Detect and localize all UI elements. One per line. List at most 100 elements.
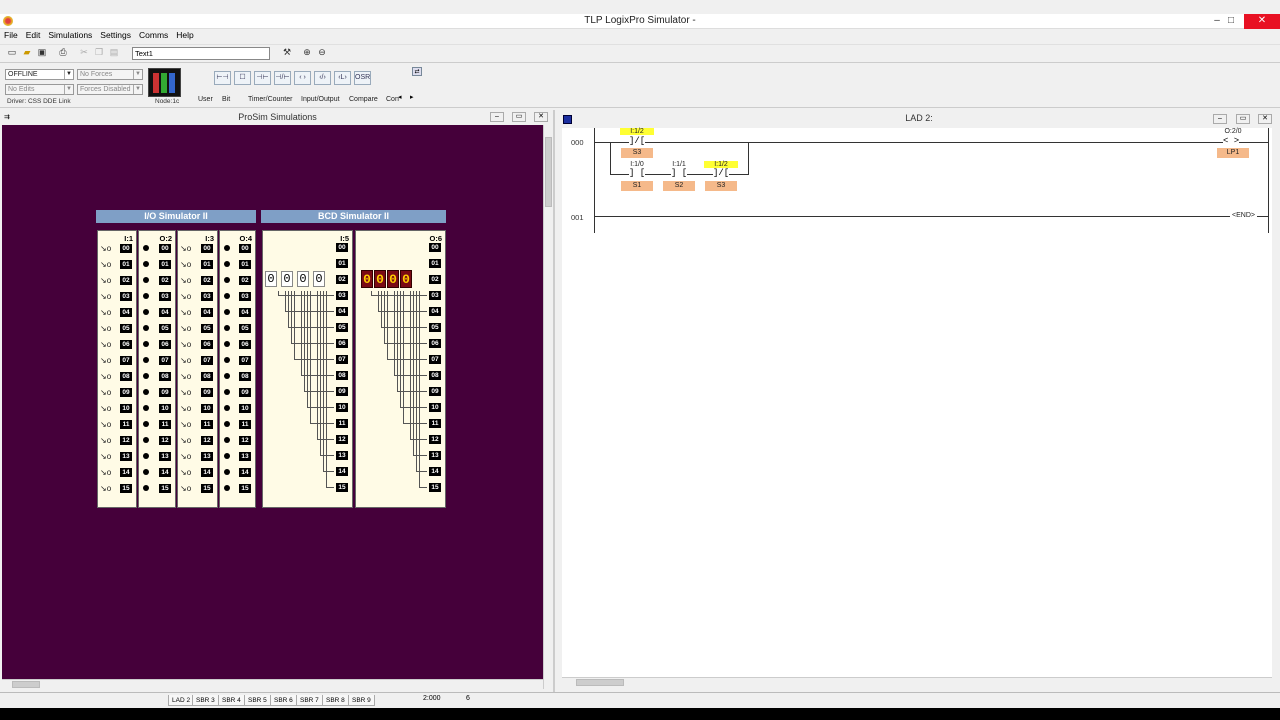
forces-enabled-select[interactable]: Forces Disabled ▼	[77, 84, 143, 95]
tab-sbr7[interactable]: SBR 7	[296, 695, 323, 706]
prosim-horizontal-scrollbar[interactable]	[2, 679, 543, 689]
cut-icon[interactable]: ✂	[77, 46, 91, 60]
tools-icon[interactable]: ⚒	[280, 46, 294, 60]
tab-sbr9[interactable]: SBR 9	[348, 695, 375, 706]
scroll-thumb[interactable]	[12, 681, 40, 688]
copy-icon[interactable]: ❐	[92, 46, 106, 60]
prosim-maximize-button[interactable]: ▭	[512, 112, 526, 122]
mode-select[interactable]: OFFLINE ▼	[5, 69, 74, 80]
save-icon[interactable]: ▣	[35, 46, 49, 60]
toggle-switch-icon[interactable]: ↘o	[100, 260, 111, 269]
toggle-switch-icon[interactable]: ↘o	[180, 484, 191, 493]
toggle-switch-icon[interactable]: ↘o	[180, 452, 191, 461]
ladder-maximize-button[interactable]: ▭	[1236, 114, 1250, 124]
tab-sbr4[interactable]: SBR 4	[218, 695, 245, 706]
toggle-switch-icon[interactable]: ↘o	[100, 276, 111, 285]
scroll-thumb[interactable]	[576, 679, 624, 686]
palette-instruction-button[interactable]: ‹/›	[314, 71, 331, 85]
toggle-switch-icon[interactable]: ↘o	[100, 340, 111, 349]
toggle-switch-icon[interactable]: ↘o	[180, 260, 191, 269]
tab-scroll-right-icon[interactable]: ▸	[410, 93, 414, 101]
toggle-switch-icon[interactable]: ↘o	[100, 292, 111, 301]
new-file-icon[interactable]: ▭	[5, 46, 19, 60]
toggle-switch-icon[interactable]: ↘o	[100, 468, 111, 477]
toggle-switch-icon[interactable]: ↘o	[180, 404, 191, 413]
tab-user[interactable]: User	[198, 96, 213, 103]
toggle-switch-icon[interactable]: ↘o	[100, 372, 111, 381]
toggle-switch-icon[interactable]: ↘o	[180, 372, 191, 381]
prosim-close-button[interactable]: ✕	[534, 112, 548, 122]
toggle-switch-icon[interactable]: ↘o	[180, 468, 191, 477]
palette-instruction-button[interactable]: ⊣/⊢	[274, 71, 291, 85]
zoom-in-icon[interactable]: ⊕	[300, 46, 314, 60]
bcd-thumbwheel-digit[interactable]: 0	[313, 271, 325, 287]
bcd-thumbwheel-digit[interactable]: 0	[297, 271, 309, 287]
toggle-switch-icon[interactable]: ↘o	[180, 308, 191, 317]
close-button[interactable]: ✕	[1244, 14, 1280, 29]
text-field[interactable]: Text1	[132, 47, 270, 60]
toggle-switch-icon[interactable]: ↘o	[180, 356, 191, 365]
menu-comms[interactable]: Comms	[139, 30, 168, 40]
toggle-switch-icon[interactable]: ↘o	[180, 388, 191, 397]
tab-scroll-left-icon[interactable]: ◂	[398, 93, 402, 101]
tab-sbr3[interactable]: SBR 3	[192, 695, 219, 706]
open-folder-icon[interactable]: ▰	[20, 46, 34, 60]
palette-instruction-button[interactable]: ⊢⊣	[214, 71, 231, 85]
palette-instruction-button[interactable]: ☐	[234, 71, 251, 85]
tab-timercounter[interactable]: Timer/Counter	[248, 96, 292, 103]
bcd-thumbwheel-digit[interactable]: 0	[265, 271, 277, 287]
toggle-switch-icon[interactable]: ↘o	[180, 292, 191, 301]
tab-sbr8[interactable]: SBR 8	[322, 695, 349, 706]
toggle-switch-icon[interactable]: ↘o	[180, 244, 191, 253]
prosim-minimize-button[interactable]: –	[490, 112, 504, 122]
ladder-editor[interactable]: 000 I:1/2 ]/[ S3 I:1/0 ] [ S1 I:1/1 ] [ …	[562, 128, 1272, 684]
toggle-switch-icon[interactable]: ↘o	[100, 404, 111, 413]
menu-help[interactable]: Help	[176, 30, 193, 40]
scroll-thumb[interactable]	[545, 137, 552, 207]
zoom-out-icon[interactable]: ⊖	[315, 46, 329, 60]
palette-instruction-button[interactable]: ⊣⊢	[254, 71, 271, 85]
toggle-switch-icon[interactable]: ↘o	[100, 244, 111, 253]
tab-bit[interactable]: Bit	[222, 96, 230, 103]
toggle-switch-icon[interactable]: ↘o	[180, 324, 191, 333]
toggle-switch-icon[interactable]: ↘o	[100, 484, 111, 493]
edits-select[interactable]: No Edits ▼	[5, 84, 74, 95]
toggle-switch-icon[interactable]: ↘o	[180, 276, 191, 285]
output-coil-icon[interactable]: < >	[1223, 137, 1240, 146]
tab-lad2[interactable]: LAD 2	[168, 695, 195, 706]
toggle-switch-icon[interactable]: ↘o	[100, 452, 111, 461]
palette-menu-icon[interactable]: ⇄	[412, 67, 422, 76]
bcd-thumbwheel-digit[interactable]: 0	[281, 271, 293, 287]
normally-closed-contact-icon[interactable]: ]/[	[629, 137, 646, 146]
toggle-switch-icon[interactable]: ↘o	[100, 420, 111, 429]
toggle-switch-icon[interactable]: ↘o	[100, 308, 111, 317]
toggle-switch-icon[interactable]: ↘o	[180, 436, 191, 445]
ladder-close-button[interactable]: ✕	[1258, 114, 1272, 124]
tab-sbr5[interactable]: SBR 5	[244, 695, 271, 706]
toggle-switch-icon[interactable]: ↘o	[180, 420, 191, 429]
tab-sbr6[interactable]: SBR 6	[270, 695, 297, 706]
toggle-switch-icon[interactable]: ↘o	[180, 340, 191, 349]
menu-file[interactable]: File	[4, 30, 18, 40]
normally-open-contact-icon[interactable]: ] [	[671, 169, 688, 178]
maximize-button[interactable]: □	[1218, 14, 1244, 29]
normally-closed-contact-icon[interactable]: ]/[	[713, 169, 730, 178]
ladder-horizontal-scrollbar[interactable]	[562, 677, 1272, 687]
menu-simulations[interactable]: Simulations	[48, 30, 92, 40]
print-icon[interactable]: ⎙	[56, 46, 70, 60]
toggle-switch-icon[interactable]: ↘o	[100, 356, 111, 365]
prosim-vertical-scrollbar[interactable]	[543, 125, 553, 689]
normally-open-contact-icon[interactable]: ] [	[629, 169, 646, 178]
menu-edit[interactable]: Edit	[26, 30, 41, 40]
menu-settings[interactable]: Settings	[100, 30, 131, 40]
ladder-minimize-button[interactable]: –	[1213, 114, 1227, 124]
palette-instruction-button[interactable]: ‹ ›	[294, 71, 311, 85]
tab-compare[interactable]: Compare	[349, 96, 378, 103]
toggle-switch-icon[interactable]: ↘o	[100, 388, 111, 397]
palette-instruction-button[interactable]: OSR	[354, 71, 371, 85]
toggle-switch-icon[interactable]: ↘o	[100, 436, 111, 445]
forces-select[interactable]: No Forces ▼	[77, 69, 143, 80]
prosim-menu-icon[interactable]: ⇉	[4, 113, 10, 121]
tab-con[interactable]: Con	[386, 96, 399, 103]
toggle-switch-icon[interactable]: ↘o	[100, 324, 111, 333]
